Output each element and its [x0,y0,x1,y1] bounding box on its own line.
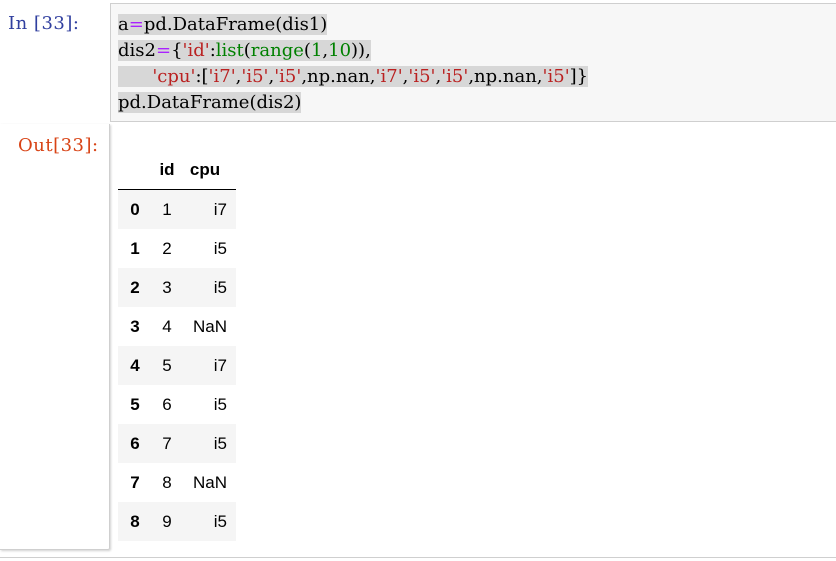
row-index: 6 [130,433,140,453]
cell-cpu: i5 [213,394,227,414]
code-token: ,np.nan, [301,66,376,87]
code-token: 'i7' [375,66,403,87]
code-line[interactable]: dis2={'id':list(range(1,10)), [118,38,588,64]
table-header-row: id cpu [118,151,236,190]
code-token: pd.DataFrame(dis1) [143,14,328,35]
code-selection: pd.DataFrame(dis2) [118,92,302,113]
row-index: 8 [130,511,140,531]
code-token: 'cpu' [152,66,196,87]
code-line[interactable]: pd.DataFrame(dis2) [118,90,588,116]
code-token: 'i5' [274,66,302,87]
cell-cpu: i7 [213,199,227,219]
cell-id: 6 [162,394,172,414]
cell-bottom-divider [0,557,836,558]
cell-cpu: i7 [213,355,227,375]
code-editor[interactable]: a=pd.DataFrame(dis1) dis2={'id':list(rang… [118,12,589,116]
row-index: 0 [130,199,140,219]
column-header-id: id [152,151,182,190]
row-index: 1 [130,238,140,258]
code-token: 'i5' [542,66,570,87]
cell-cpu: NaN [192,472,227,492]
row-index: 7 [130,472,140,492]
table-row: 2 3 i5 [118,268,236,307]
code-token: 'i5' [408,66,436,87]
code-token: = [155,40,172,61]
code-token: dis2 [118,40,156,61]
code-token: range [250,40,304,61]
row-index: 4 [130,355,140,375]
cell-id: 8 [162,472,172,492]
code-token: ,np.nan, [468,66,543,87]
cell-id: 2 [162,238,172,258]
cell-id: 5 [162,355,172,375]
code-line[interactable]: a=pd.DataFrame(dis1) [118,12,588,38]
code-token: 10 [328,40,352,61]
code-token: 'id' [182,40,210,61]
row-index: 3 [130,316,140,336]
cell-cpu: i5 [213,277,227,297]
row-index: 5 [130,394,140,414]
code-token: 'i5' [241,66,269,87]
code-token: { [171,40,183,61]
code-token: = [128,14,144,35]
table-row: 1 2 i5 [118,229,236,268]
code-token: list [215,40,244,61]
code-input-area[interactable]: a=pd.DataFrame(dis1) dis2={'id':list(rang… [110,3,836,122]
table-row: 7 8 NaN [118,463,236,502]
code-token: 1 [310,40,323,61]
table-body: 0 1 i7 1 2 i5 2 3 i5 3 4 NaN 4 5 i7 5 6 i5 6 7 i5 7 8 NaN 8 9 i5 [118,189,236,541]
code-token: ( [303,40,311,61]
table-row: 6 7 i5 [118,424,236,463]
code-token: ( [243,40,251,61]
code-selection: a=pd.DataFrame(dis1) [118,14,328,35]
index-header [118,151,152,190]
table-row: 0 1 i7 [118,189,236,229]
code-selection: dis2={'id':list(range(1,10)), [118,40,371,61]
cell-cpu: i5 [213,433,227,453]
table-row: 4 5 i7 [118,346,236,385]
cell-id: 3 [162,277,172,297]
code-token: a [118,14,129,35]
code-token: pd.DataFrame(dis2) [118,92,302,113]
code-token: 'i5' [441,66,469,87]
cell-id: 7 [162,433,172,453]
cell-id: 9 [162,511,172,531]
output-area [0,124,110,550]
cell-cpu: NaN [192,316,227,336]
cell-cpu: i5 [213,511,227,531]
input-prompt: In [33]: [8,13,80,34]
row-index: 2 [130,277,140,297]
code-line[interactable]: 'cpu':['i7','i5','i5',np.nan,'i7','i5','… [118,64,589,90]
table-row: 3 4 NaN [118,307,236,346]
code-token: )), [351,40,371,61]
code-selection: 'cpu':['i7','i5','i5',np.nan,'i7','i5','… [118,66,589,87]
table-row: 5 6 i5 [118,385,236,424]
cell-cpu: i5 [213,238,227,258]
cell-id: 4 [162,316,172,336]
cell-id: 1 [162,199,172,219]
code-token: 'i7' [208,66,236,87]
table-row: 8 9 i5 [118,502,236,541]
column-header-cpu: cpu [182,151,236,190]
code-token: :[ [195,66,209,87]
code-token: ]} [569,66,589,87]
dataframe-table: id cpu 0 1 i7 1 2 i5 2 3 i5 3 4 NaN 4 5 i7 5 6 i5 6 7 i5 7 8 Na… [118,151,236,541]
